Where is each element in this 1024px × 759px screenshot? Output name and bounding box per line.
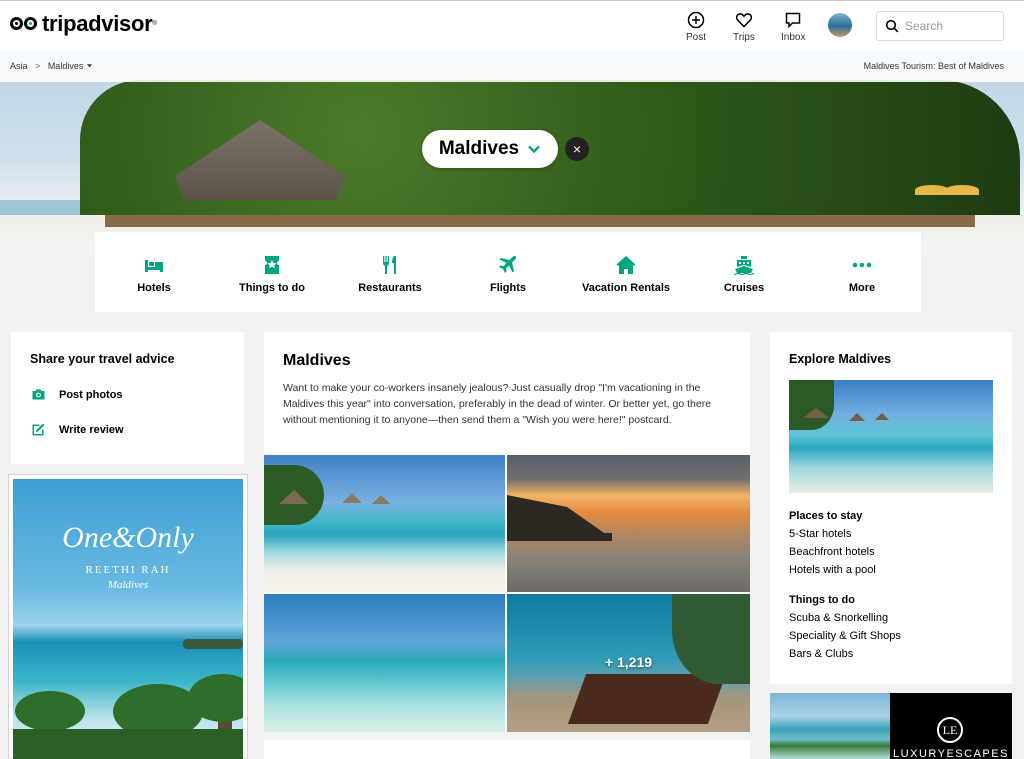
share-advice-card: Share your travel advice Post photos Wri… (11, 332, 244, 464)
overview-title: Maldives (283, 352, 351, 369)
link-5-star-hotels[interactable]: 5-Star hotels (789, 528, 851, 540)
category-label: Things to do (239, 282, 305, 294)
breadcrumb-bar: Asia > Maldives Maldives Tourism: Best o… (0, 50, 1024, 82)
ticket-icon (265, 256, 279, 274)
photo-lagoon[interactable] (264, 594, 505, 732)
more-dots-icon (852, 262, 872, 268)
link-bars-clubs[interactable]: Bars & Clubs (789, 648, 853, 660)
chevron-down-icon (528, 145, 540, 154)
trips-label: Trips (733, 32, 755, 43)
luxury-escapes-advertisement[interactable]: LE LUXURYESCAPES (770, 693, 1012, 759)
photo-count-overlay: + 1,219 (604, 654, 653, 670)
destination-name: Maldives (438, 138, 520, 159)
search-input[interactable] (905, 19, 1000, 33)
ship-icon (733, 256, 755, 276)
fork-knife-icon (383, 256, 396, 274)
photo-more-gallery[interactable]: + 1,219 (507, 594, 750, 732)
share-advice-title: Share your travel advice (30, 352, 175, 366)
plus-circle-icon (687, 11, 705, 29)
category-vacation-rentals[interactable]: Vacation Rentals (567, 254, 685, 294)
explore-image[interactable] (789, 380, 993, 493)
category-bar: Hotels Things to do Restaurants Flights … (95, 232, 921, 312)
logo-text: tripadvisor (42, 11, 153, 36)
breadcrumb-separator: > (35, 61, 41, 71)
tripadvisor-logo[interactable]: tripadvisor ® (10, 11, 157, 37)
category-cruises[interactable]: Cruises (685, 254, 803, 294)
category-label: Restaurants (358, 282, 422, 294)
photo-beach-huts[interactable] (264, 455, 505, 592)
photo-sunset-pier[interactable] (507, 455, 750, 592)
one-and-only-advertisement[interactable]: One&Only REETHI RAH Maldives (8, 474, 248, 759)
tourism-link[interactable]: Maldives Tourism: Best of Maldives (864, 61, 1004, 71)
ad-island-image (770, 693, 890, 759)
trips-button[interactable]: Trips (733, 11, 755, 43)
breadcrumb: Asia > Maldives (10, 61, 93, 71)
link-hotels-with-pool[interactable]: Hotels with a pool (789, 564, 876, 576)
things-to-do-heading: Things to do (789, 594, 855, 606)
explore-title: Explore Maldives (789, 352, 892, 366)
link-beachfront-hotels[interactable]: Beachfront hotels (789, 546, 875, 558)
explore-card: Explore Maldives Places to stay 5-Star h… (770, 332, 1012, 684)
category-label: Vacation Rentals (581, 282, 671, 294)
close-destination-button[interactable]: × (565, 137, 589, 161)
category-hotels[interactable]: Hotels (95, 254, 213, 294)
post-button[interactable]: Post (686, 11, 706, 43)
destination-overview-card: Maldives Want to make your co-workers in… (264, 332, 750, 732)
resort-ad-image: One&Only REETHI RAH Maldives (13, 479, 243, 759)
luxury-escapes-logo-mark: LE (937, 717, 963, 743)
ad-brand-panel: LE LUXURYESCAPES (890, 693, 1012, 759)
inbox-button[interactable]: Inbox (781, 11, 805, 43)
places-to-stay-heading: Places to stay (789, 510, 863, 522)
link-scuba-snorkelling[interactable]: Scuba & Snorkelling (789, 612, 888, 624)
post-photos-label: Post photos (59, 388, 123, 401)
category-label: Flights (489, 282, 527, 294)
category-things-to-do[interactable]: Things to do (213, 254, 331, 294)
category-restaurants[interactable]: Restaurants (331, 254, 449, 294)
user-avatar[interactable] (828, 13, 852, 37)
breadcrumb-maldives[interactable]: Maldives (48, 61, 84, 71)
search-icon (885, 19, 899, 33)
ad-brand: One&Only (62, 521, 194, 554)
destination-selector[interactable]: Maldives (422, 130, 558, 168)
category-label: More (848, 282, 876, 294)
link-speciality-gift-shops[interactable]: Speciality & Gift Shops (789, 630, 901, 642)
ad-location: Maldives (107, 579, 149, 591)
close-icon: × (572, 141, 582, 157)
search-box[interactable] (876, 11, 1004, 41)
edit-icon (32, 423, 45, 436)
write-review-link[interactable]: Write review (31, 422, 124, 437)
overview-description: Want to make your co-workers insanely je… (283, 382, 712, 426)
airplane-icon (499, 255, 517, 273)
post-label: Post (686, 32, 707, 43)
category-more[interactable]: More (803, 254, 921, 294)
next-section-card (264, 740, 750, 759)
logo-trademark: ® (152, 21, 157, 27)
caret-down-icon[interactable] (86, 62, 93, 69)
inbox-label: Inbox (781, 32, 806, 43)
house-icon (616, 256, 636, 274)
breadcrumb-asia[interactable]: Asia (10, 61, 28, 71)
category-flights[interactable]: Flights (449, 254, 567, 294)
ad-subtitle: REETHI RAH (85, 564, 171, 576)
camera-icon (32, 389, 45, 400)
heart-icon (735, 13, 753, 28)
bed-icon (145, 260, 163, 272)
owl-logo-icon (10, 13, 40, 35)
ad-brand-text: LUXURYESCAPES (893, 748, 1009, 759)
chat-bubble-icon (785, 12, 801, 29)
write-review-label: Write review (59, 423, 124, 436)
category-label: Cruises (723, 282, 765, 294)
top-navigation-bar: tripadvisor ® Post Trips Inbox (0, 0, 1024, 50)
post-photos-link[interactable]: Post photos (31, 387, 123, 402)
category-label: Hotels (137, 282, 171, 294)
